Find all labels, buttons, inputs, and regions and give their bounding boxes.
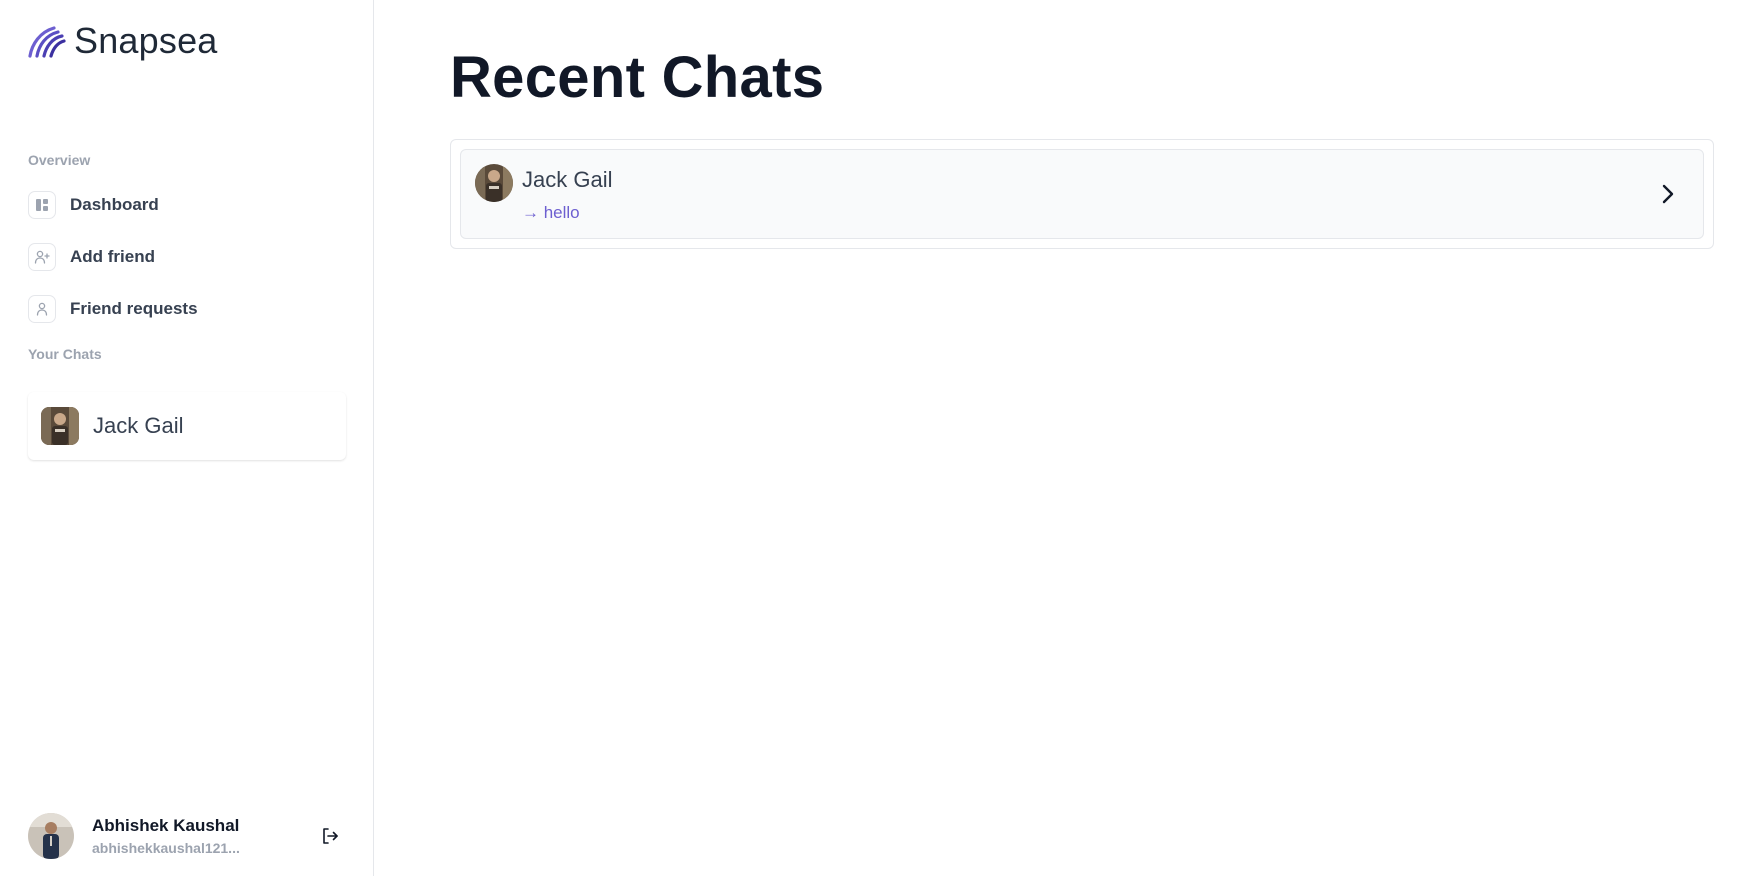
avatar <box>28 813 74 859</box>
sidebar-item-dashboard[interactable]: Dashboard <box>28 190 345 220</box>
sidebar-item-add-friend[interactable]: Add friend <box>28 242 345 272</box>
brand[interactable]: Snapsea <box>28 0 345 80</box>
recent-chat-last-message: → hello <box>522 203 580 222</box>
user-plus-icon <box>28 243 56 271</box>
sidebar-item-label: Dashboard <box>70 195 159 214</box>
user-icon <box>28 295 56 323</box>
page-title: Recent Chats <box>450 45 825 110</box>
your-chats-section-label: Your Chats <box>28 346 102 362</box>
sidebar-chat-item[interactable]: Jack Gail <box>28 392 346 460</box>
profile-email: abhishekkaushal121... <box>92 840 240 856</box>
sidebar-nav: Dashboard Add friend Friend requests <box>28 190 345 324</box>
sidebar-item-label: Friend requests <box>70 299 198 318</box>
chevron-right-icon <box>1653 179 1683 209</box>
recent-chat-text: Jack Gail → hello <box>522 167 1653 223</box>
layout-icon <box>28 191 56 219</box>
sidebar-item-friend-requests[interactable]: Friend requests <box>28 294 345 324</box>
snapsea-logo-icon <box>28 26 66 58</box>
recent-chat-item[interactable]: Jack Gail → hello <box>460 149 1704 239</box>
avatar <box>41 407 79 445</box>
user-profile: Abhishek Kaushal abhishekkaushal121... <box>28 812 346 860</box>
sign-out-button[interactable] <box>316 822 344 850</box>
recent-chats-list: Jack Gail → hello <box>450 139 1714 249</box>
overview-section-label: Overview <box>28 152 91 168</box>
brand-name: Snapsea <box>74 20 218 61</box>
avatar <box>475 164 513 202</box>
sidebar-item-label: Add friend <box>70 247 155 266</box>
sidebar-chat-name: Jack Gail <box>93 413 184 438</box>
app-root: Snapsea Overview Dashboard Add friend Fr… <box>0 0 1763 876</box>
profile-name: Abhishek Kaushal <box>92 816 240 835</box>
sidebar: Snapsea Overview Dashboard Add friend Fr… <box>0 0 374 876</box>
recent-chat-name: Jack Gail <box>522 167 613 192</box>
profile-text: Abhishek Kaushal abhishekkaushal121... <box>92 816 316 856</box>
main-content: Recent Chats Jack Gail → hello <box>374 0 1763 876</box>
log-out-icon <box>323 828 338 844</box>
